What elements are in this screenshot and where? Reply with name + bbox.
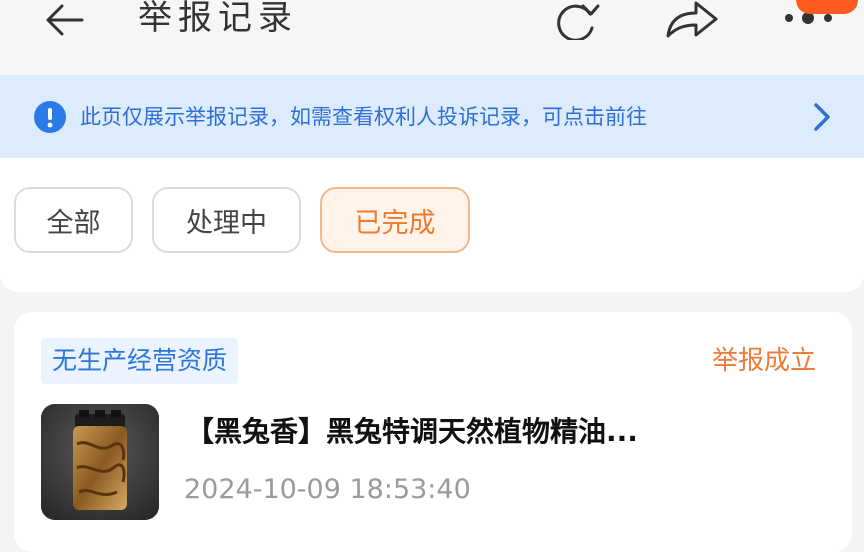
- refresh-button[interactable]: [550, 0, 604, 42]
- notice-text: 此页仅展示举报记录，如需查看权利人投诉记录，可点击前往: [80, 105, 647, 129]
- product-title[interactable]: 【黑兔香】黑兔特调天然植物精油...: [186, 410, 638, 454]
- report-status: 举报成立: [712, 346, 817, 376]
- notification-badge: [796, 0, 858, 14]
- violation-tag: 无生产经营资质: [41, 338, 239, 384]
- app-header: 举报记录: [0, 0, 864, 75]
- info-icon: [34, 101, 66, 133]
- share-button[interactable]: [664, 0, 720, 40]
- back-button[interactable]: [40, 0, 92, 40]
- filter-all[interactable]: 全部: [14, 187, 133, 253]
- page-title: 举报记录: [138, 0, 298, 38]
- report-timestamp: 2024-10-09 18:53:40: [184, 474, 471, 505]
- refresh-icon: [557, 4, 600, 42]
- product-image: [41, 404, 159, 520]
- filter-completed[interactable]: 已完成: [320, 187, 470, 253]
- filter-processing[interactable]: 处理中: [152, 187, 301, 253]
- share-icon: [666, 1, 718, 38]
- chevron-right-icon[interactable]: [808, 100, 836, 134]
- product-thumbnail[interactable]: [41, 404, 159, 520]
- back-arrow-icon: [46, 4, 84, 36]
